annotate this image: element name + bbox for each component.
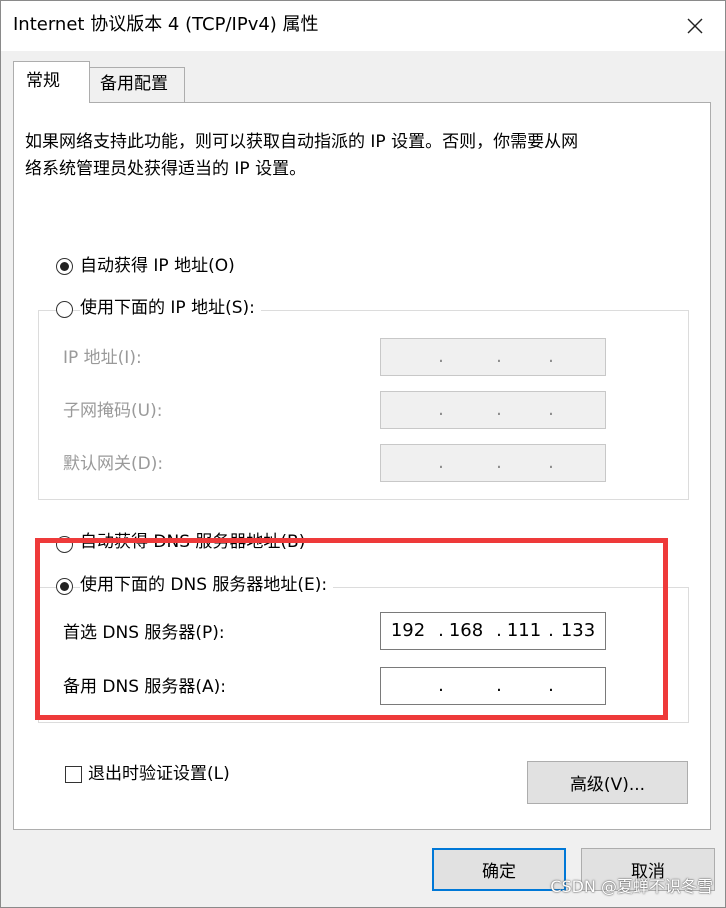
title-bar: Internet 协议版本 4 (TCP/IPv4) 属性: [1, 1, 725, 51]
ip-dot: .: [496, 675, 502, 696]
ip-segment: 133: [560, 620, 596, 641]
ip-dot: .: [496, 346, 502, 367]
ip-dot: .: [548, 452, 554, 473]
close-button[interactable]: [675, 7, 715, 45]
window-title: Internet 协议版本 4 (TCP/IPv4) 属性: [13, 14, 319, 35]
label-alternate-dns: 备用 DNS 服务器(A):: [63, 677, 227, 697]
label-manual-dns[interactable]: 使用下面的 DNS 服务器地址(E):: [80, 574, 334, 596]
description-line-1: 如果网络支持此功能，则可以获取自动指派的 IP 设置。否则，你需要从网: [25, 132, 579, 152]
subnet-mask-input[interactable]: . . .: [380, 391, 606, 429]
radio-manual-dns[interactable]: [56, 578, 73, 595]
ip-dot: .: [548, 675, 554, 696]
ip-segment: 168: [448, 620, 484, 641]
ip-dot: .: [496, 452, 502, 473]
ip-dot: .: [438, 675, 444, 696]
ok-button[interactable]: 确定: [432, 848, 566, 891]
ip-dot: .: [548, 620, 554, 641]
ip-dot: .: [548, 399, 554, 420]
ip-address-input[interactable]: . . .: [380, 338, 606, 376]
ip-dot: .: [438, 452, 444, 473]
ip-dot: .: [438, 399, 444, 420]
label-auto-dns[interactable]: 自动获得 DNS 服务器地址(B): [80, 531, 312, 553]
radio-auto-dns[interactable]: [56, 536, 73, 553]
ip-dot: .: [496, 620, 502, 641]
watermark: CSDN @夏蝉不识冬雪: [550, 877, 713, 896]
label-default-gateway: 默认网关(D):: [63, 454, 164, 474]
ip-segment: 111: [506, 620, 542, 641]
label-auto-ip[interactable]: 自动获得 IP 地址(O): [80, 255, 241, 277]
radio-auto-ip[interactable]: [56, 258, 73, 275]
dialog-window: Internet 协议版本 4 (TCP/IPv4) 属性 常规 备用配置 如果…: [0, 0, 726, 908]
validate-label[interactable]: 退出时验证设置(L): [88, 763, 230, 785]
ip-dot: .: [496, 399, 502, 420]
ip-segment: 192: [390, 620, 426, 641]
description-line-2: 络系统管理员处获得适当的 IP 设置。: [25, 159, 307, 179]
preferred-dns-input[interactable]: 192 . 168 . 111 . 133: [380, 612, 606, 650]
label-preferred-dns: 首选 DNS 服务器(P):: [63, 623, 225, 643]
description-text: 如果网络支持此功能，则可以获取自动指派的 IP 设置。否则，你需要从网 络系统管…: [25, 129, 578, 183]
label-manual-ip[interactable]: 使用下面的 IP 地址(S):: [80, 297, 261, 319]
ip-dot: .: [548, 346, 554, 367]
label-subnet-mask: 子网掩码(U):: [63, 401, 163, 421]
ip-dot: .: [438, 620, 444, 641]
label-ip-address: IP 地址(I):: [63, 348, 142, 368]
advanced-button[interactable]: 高级(V)...: [527, 761, 688, 804]
validate-checkbox[interactable]: [65, 766, 82, 783]
tab-alternate-config[interactable]: 备用配置: [89, 67, 185, 103]
default-gateway-input[interactable]: . . .: [380, 444, 606, 482]
close-icon: [687, 18, 703, 34]
ip-dot: .: [438, 346, 444, 367]
radio-manual-ip[interactable]: [56, 301, 73, 318]
alternate-dns-input[interactable]: . . .: [380, 667, 606, 705]
tab-general[interactable]: 常规: [13, 61, 90, 103]
